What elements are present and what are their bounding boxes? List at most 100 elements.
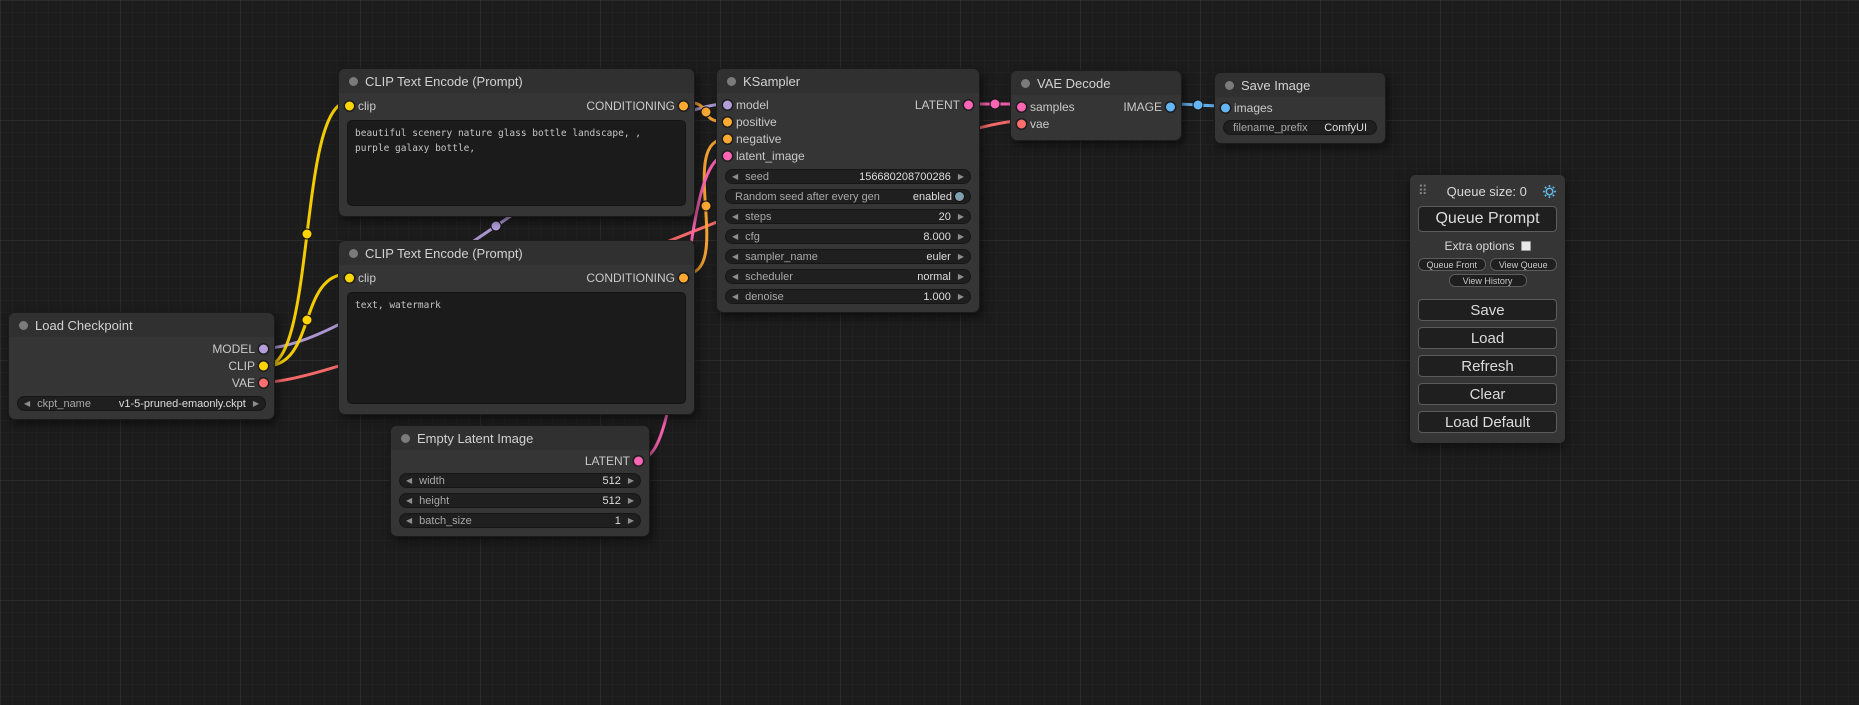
view-queue-button[interactable]: View Queue (1490, 258, 1558, 271)
queue-prompt-button[interactable]: Queue Prompt (1418, 206, 1557, 232)
node-title: CLIP Text Encode (Prompt) (365, 74, 523, 89)
slot-row: LATENT (391, 453, 649, 468)
widget-label: steps (745, 211, 771, 223)
node-vae-decode[interactable]: VAE Decode samples IMAGE vae (1010, 70, 1182, 141)
toggle-indicator-icon[interactable] (955, 192, 964, 201)
collapse-dot-icon[interactable] (19, 321, 28, 330)
node-empty-latent-image[interactable]: Empty Latent Image LATENT ◀ width 512 ▶ … (390, 425, 650, 537)
refresh-button[interactable]: Refresh (1418, 355, 1557, 377)
widget-value: 156680208700286 (859, 171, 951, 183)
decrement-arrow-icon[interactable]: ◀ (732, 253, 738, 261)
input-slot-clip[interactable] (345, 274, 354, 283)
output-slot-latent[interactable] (964, 100, 973, 109)
clear-button[interactable]: Clear (1418, 383, 1557, 405)
node-save-image[interactable]: Save Image images filename_prefix ComfyU… (1214, 72, 1386, 144)
node-title: VAE Decode (1037, 76, 1110, 91)
input-slot-model[interactable] (723, 100, 732, 109)
output-slot-vae[interactable] (259, 378, 268, 387)
node-header[interactable]: Save Image (1215, 73, 1385, 97)
collapse-dot-icon[interactable] (349, 77, 358, 86)
prompt-textarea[interactable]: text, watermark (347, 292, 686, 404)
settings-gear-icon[interactable] (1542, 184, 1557, 199)
increment-arrow-icon[interactable]: ▶ (958, 293, 964, 301)
increment-arrow-icon[interactable]: ▶ (253, 400, 259, 408)
output-slot-clip[interactable] (259, 361, 268, 370)
node-header[interactable]: Load Checkpoint (9, 313, 274, 337)
save-button[interactable]: Save (1418, 299, 1557, 321)
increment-arrow-icon[interactable]: ▶ (958, 273, 964, 281)
slot-row: vae (1011, 115, 1181, 132)
view-history-button[interactable]: View History (1449, 274, 1527, 287)
increment-arrow-icon[interactable]: ▶ (958, 233, 964, 241)
slot-row: model LATENT (717, 96, 979, 113)
widget-ckpt-name[interactable]: ◀ ckpt_name v1-5-pruned-emaonly.ckpt ▶ (17, 396, 266, 411)
widget-batch-size[interactable]: ◀ batch_size 1 ▶ (399, 513, 641, 528)
node-header[interactable]: KSampler (717, 69, 979, 93)
decrement-arrow-icon[interactable]: ◀ (24, 400, 30, 408)
collapse-dot-icon[interactable] (349, 249, 358, 258)
decrement-arrow-icon[interactable]: ◀ (732, 273, 738, 281)
decrement-arrow-icon[interactable]: ◀ (406, 517, 412, 525)
load-default-button[interactable]: Load Default (1418, 411, 1557, 433)
node-header[interactable]: CLIP Text Encode (Prompt) (339, 69, 694, 93)
widget-cfg[interactable]: ◀ cfg 8.000 ▶ (725, 229, 971, 244)
extra-options-checkbox[interactable] (1521, 241, 1531, 251)
increment-arrow-icon[interactable]: ▶ (628, 497, 634, 505)
decrement-arrow-icon[interactable]: ◀ (732, 213, 738, 221)
node-ksampler[interactable]: KSampler model LATENT positive negative … (716, 68, 980, 313)
widget-seed[interactable]: ◀ seed 156680208700286 ▶ (725, 169, 971, 184)
node-header[interactable]: CLIP Text Encode (Prompt) (339, 241, 694, 265)
graph-canvas[interactable]: Load Checkpoint MODEL CLIP VAE ◀ ckpt_na… (0, 0, 1859, 705)
decrement-arrow-icon[interactable]: ◀ (732, 233, 738, 241)
node-load-checkpoint[interactable]: Load Checkpoint MODEL CLIP VAE ◀ ckpt_na… (8, 312, 275, 420)
drag-handle-icon[interactable]: ⠿ (1418, 183, 1428, 199)
collapse-dot-icon[interactable] (727, 77, 736, 86)
node-clip-text-encode-positive[interactable]: CLIP Text Encode (Prompt) clip CONDITION… (338, 68, 695, 217)
input-slot-vae[interactable] (1017, 119, 1026, 128)
widget-sampler-name[interactable]: ◀ sampler_name euler ▶ (725, 249, 971, 264)
node-header[interactable]: VAE Decode (1011, 71, 1181, 95)
output-slot-image[interactable] (1166, 102, 1175, 111)
input-slot-clip[interactable] (345, 102, 354, 111)
increment-arrow-icon[interactable]: ▶ (958, 173, 964, 181)
increment-arrow-icon[interactable]: ▶ (958, 253, 964, 261)
output-slot-conditioning[interactable] (679, 102, 688, 111)
increment-arrow-icon[interactable]: ▶ (628, 477, 634, 485)
increment-arrow-icon[interactable]: ▶ (628, 517, 634, 525)
input-slot-latent-image[interactable] (723, 151, 732, 160)
widget-height[interactable]: ◀ height 512 ▶ (399, 493, 641, 508)
slot-label-vae: VAE (232, 376, 255, 390)
output-slot-conditioning[interactable] (679, 274, 688, 283)
widget-scheduler[interactable]: ◀ scheduler normal ▶ (725, 269, 971, 284)
queue-size-label: Queue size: 0 (1432, 184, 1542, 199)
slot-label-latent: LATENT (915, 98, 960, 112)
input-slot-negative[interactable] (723, 134, 732, 143)
node-header[interactable]: Empty Latent Image (391, 426, 649, 450)
decrement-arrow-icon[interactable]: ◀ (732, 293, 738, 301)
decrement-arrow-icon[interactable]: ◀ (732, 173, 738, 181)
decrement-arrow-icon[interactable]: ◀ (406, 497, 412, 505)
queue-front-button[interactable]: Queue Front (1418, 258, 1486, 271)
node-clip-text-encode-negative[interactable]: CLIP Text Encode (Prompt) clip CONDITION… (338, 240, 695, 415)
collapse-dot-icon[interactable] (1021, 79, 1030, 88)
input-slot-samples[interactable] (1017, 102, 1026, 111)
widget-filename-prefix[interactable]: filename_prefix ComfyUI (1223, 120, 1377, 135)
input-slot-images[interactable] (1221, 103, 1230, 112)
widget-value: 1 (615, 515, 621, 527)
load-button[interactable]: Load (1418, 327, 1557, 349)
widget-denoise[interactable]: ◀ denoise 1.000 ▶ (725, 289, 971, 304)
widget-random-seed-toggle[interactable]: Random seed after every gen enabled (725, 189, 971, 204)
output-slot-model[interactable] (259, 344, 268, 353)
collapse-dot-icon[interactable] (401, 434, 410, 443)
widget-value: 20 (939, 211, 951, 223)
increment-arrow-icon[interactable]: ▶ (958, 213, 964, 221)
output-slot-latent[interactable] (634, 456, 643, 465)
slot-label-vae: vae (1030, 117, 1049, 131)
widget-steps[interactable]: ◀ steps 20 ▶ (725, 209, 971, 224)
slot-row: positive (717, 113, 979, 130)
collapse-dot-icon[interactable] (1225, 81, 1234, 90)
widget-width[interactable]: ◀ width 512 ▶ (399, 473, 641, 488)
decrement-arrow-icon[interactable]: ◀ (406, 477, 412, 485)
input-slot-positive[interactable] (723, 117, 732, 126)
prompt-textarea[interactable]: beautiful scenery nature glass bottle la… (347, 120, 686, 206)
